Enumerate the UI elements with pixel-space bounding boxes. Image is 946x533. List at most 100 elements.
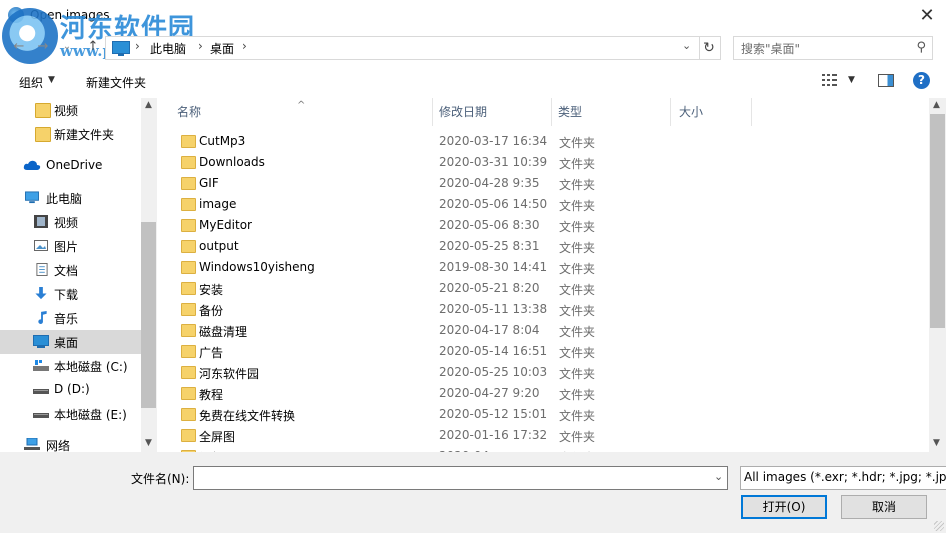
sidebar-item-downloads[interactable]: 下载 [0,282,141,306]
table-row[interactable]: GIF 2020-04-28 9:35 文件夹 [157,173,929,194]
resize-grip-icon[interactable] [934,521,944,531]
desktop-icon [33,335,49,348]
column-header-date[interactable]: 修改日期 [433,98,552,126]
forward-button[interactable]: → [34,38,52,56]
close-button[interactable]: ✕ [914,3,940,29]
table-row[interactable]: 广告 2020-05-14 16:51 文件夹 [157,341,929,362]
cancel-button[interactable]: 取消 [841,495,927,519]
file-type-select[interactable]: All images (*.exr; *.hdr; *.jpg; *.jpeg [740,466,946,490]
row-type: 文件夹 [559,199,596,213]
chevron-down-icon[interactable]: ▼ [48,75,55,85]
sidebar-item-music[interactable]: 音乐 [0,306,141,330]
scroll-up-icon[interactable]: ▲ [933,100,940,110]
chevron-down-icon[interactable]: ▼ [848,75,855,85]
row-type: 文件夹 [559,346,596,360]
recent-locations-button[interactable]: ⌄ [58,38,76,56]
sidebar-item-documents[interactable]: 文档 [0,258,141,282]
breadcrumb-separator[interactable]: › [135,39,140,53]
sidebar-item-videos-folder[interactable]: 视频 [0,98,141,122]
sidebar-item-pictures[interactable]: 图片 [0,234,141,258]
file-list-scrollbar-thumb[interactable] [930,114,945,328]
sidebar-item-label: 图片 [54,240,79,254]
scroll-up-icon[interactable]: ▲ [145,100,152,110]
sidebar-item-videos[interactable]: 视频 [0,210,141,234]
row-type: 文件夹 [559,367,596,381]
folder-icon [181,135,196,148]
chevron-down-icon[interactable]: ⌄ [714,470,723,483]
row-type: 文件夹 [559,157,596,171]
scroll-down-icon[interactable]: ▼ [933,438,940,448]
row-name: 免费在线文件转换 [199,409,296,423]
folder-icon [181,345,196,358]
folder-icon [35,127,51,142]
drive-icon [33,413,49,418]
table-row[interactable]: 安装 2020-05-21 8:20 文件夹 [157,278,929,299]
row-type: 文件夹 [559,136,596,150]
table-row[interactable]: Windows10yisheng 2019-08-30 14:41 文件夹 [157,257,929,278]
row-type: 文件夹 [559,430,596,444]
sidebar-item-label: 新建文件夹 [54,128,115,142]
filename-input[interactable]: ⌄ [193,466,728,490]
folder-icon [181,261,196,274]
table-row[interactable]: CutMp3 2020-03-17 16:34 文件夹 [157,131,929,152]
sidebar-item-label: OneDrive [46,158,103,172]
search-input[interactable]: 搜索"桌面" ⚲ [733,36,933,60]
filename-label: 文件名(N): [131,472,190,486]
breadcrumb-separator[interactable]: › [242,39,247,53]
sidebar-item-drive-c[interactable]: 本地磁盘 (C:) [0,354,141,378]
sidebar-item-onedrive[interactable]: OneDrive [0,154,141,178]
table-row[interactable]: 教程 2020-04-27 9:20 文件夹 [157,383,929,404]
table-row[interactable]: 免费在线文件转换 2020-05-12 15:01 文件夹 [157,404,929,425]
breadcrumb-desktop[interactable]: 桌面 [210,40,234,57]
breadcrumb-this-pc[interactable]: 此电脑 [150,40,186,57]
table-row[interactable]: 磁盘清理 2020-04-17 8:04 文件夹 [157,320,929,341]
table-row[interactable]: MyEditor 2020-05-06 8:30 文件夹 [157,215,929,236]
row-date: 2020-05-14 16:51 [439,344,548,358]
table-row[interactable]: output 2020-05-25 8:31 文件夹 [157,236,929,257]
column-header-type[interactable]: 类型 [552,98,671,126]
sidebar-item-desktop[interactable]: 桌面 [0,330,141,354]
row-name: 广告 [199,346,224,360]
sidebar-item-label: 本地磁盘 (C:) [54,360,128,374]
row-date: 2020-04-17 8:04 [439,323,540,337]
sidebar-item-drive-d[interactable]: D (D:) [0,378,141,402]
file-type-value: All images (*.exr; *.hdr; *.jpg; *.jpeg [744,470,946,484]
preview-pane-icon[interactable] [878,74,894,87]
address-bar[interactable]: › 此电脑 › 桌面 › ⌄ [105,36,700,60]
row-name: Windows10yisheng [199,260,315,274]
new-folder-button[interactable]: 新建文件夹 [86,74,146,91]
column-header-name[interactable]: 名称 ^ [157,98,433,126]
table-row[interactable]: Downloads 2020-03-31 10:39 文件夹 [157,152,929,173]
breadcrumb-separator[interactable]: › [198,39,203,53]
address-dropdown-icon[interactable]: ⌄ [682,39,691,52]
row-date: 2020-05-21 8:20 [439,281,540,295]
sidebar-item-new-folder[interactable]: 新建文件夹 [0,122,141,146]
folder-icon [181,387,196,400]
refresh-button[interactable]: ↻ [698,36,721,60]
row-name: CutMp3 [199,134,246,148]
sidebar-item-this-pc[interactable]: 此电脑 [0,186,141,210]
view-options-icon[interactable] [822,73,838,87]
table-row[interactable]: 全屏图 2020-01-16 17:32 文件夹 [157,425,929,446]
row-type: 文件夹 [559,283,596,297]
row-name: MyEditor [199,218,252,232]
up-button[interactable]: ↑ [84,38,102,56]
row-type: 文件夹 [559,220,596,234]
sidebar-item-drive-e[interactable]: 本地磁盘 (E:) [0,402,141,426]
download-icon [35,287,47,300]
table-row[interactable]: 河东软件园 2020-05-25 10:03 文件夹 [157,362,929,383]
open-button[interactable]: 打开(O) [741,495,827,519]
scroll-down-icon[interactable]: ▼ [145,438,152,448]
help-icon[interactable]: ? [913,72,930,89]
sidebar-scrollbar-thumb[interactable] [141,222,156,408]
table-row[interactable]: image 2020-05-06 14:50 文件夹 [157,194,929,215]
pictures-icon [34,240,48,251]
folder-icon [181,366,196,379]
back-button[interactable]: ← [10,38,28,56]
row-name: 备份 [199,304,224,318]
folder-icon [181,303,196,316]
table-row[interactable]: 备份 2020-05-11 13:38 文件夹 [157,299,929,320]
organize-button[interactable]: 组织 [19,74,43,91]
folder-icon [181,240,196,253]
column-header-size[interactable]: 大小 [671,98,752,126]
